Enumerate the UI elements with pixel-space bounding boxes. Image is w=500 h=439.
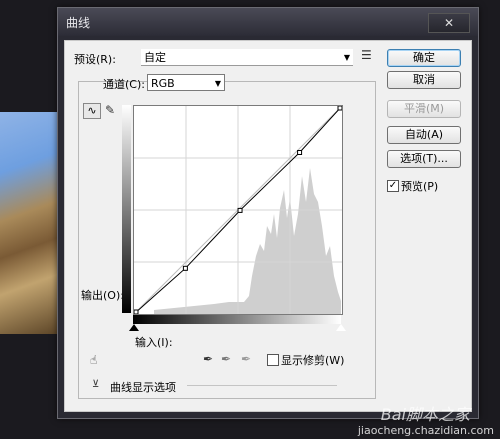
curve-point[interactable] — [182, 265, 188, 271]
preview-checkbox[interactable]: ✓ — [387, 180, 399, 192]
histogram-low — [154, 302, 244, 314]
background-photo — [0, 112, 62, 334]
smooth-button[interactable]: 平滑(M) — [387, 100, 461, 118]
cancel-button[interactable]: 取消 — [387, 71, 461, 89]
show-clipping-label: 显示修剪(W) — [281, 354, 345, 367]
curve-point[interactable] — [237, 207, 243, 213]
channel-select[interactable]: RGB ▼ — [147, 74, 225, 91]
options-separator — [187, 385, 337, 386]
curve-display-options-label[interactable]: 曲线显示选项 — [110, 379, 176, 395]
preset-menu-icon[interactable]: ☰ — [361, 48, 372, 62]
input-gradient-bar — [133, 315, 341, 324]
gray-eyedropper-icon[interactable]: ✒ — [221, 352, 231, 366]
preset-value: 自定 — [144, 51, 166, 64]
watermark-logo: Bai脚本之家 — [380, 405, 470, 424]
input-label: 输入(I): — [135, 336, 173, 349]
watermark-site: jiaocheng.chazidian.com — [357, 424, 494, 437]
curve-graph-svg — [133, 105, 343, 315]
curve-tool-icon[interactable]: ∿ — [83, 103, 101, 119]
close-button[interactable]: ✕ — [428, 13, 470, 33]
title-bar: 曲线 ✕ — [58, 8, 478, 36]
preset-label: 预设(R): — [74, 53, 116, 66]
preset-select[interactable]: 自定 ▼ — [141, 49, 353, 66]
auto-button[interactable]: 自动(A) — [387, 126, 461, 144]
curves-dialog: 曲线 ✕ 预设(R): 自定 ▼ ☰ 确定 取消 平滑(M) 自动(A) 选项(… — [57, 7, 479, 419]
curve-point[interactable] — [337, 105, 343, 111]
output-label: 输出(O): — [81, 289, 124, 302]
curve-point[interactable] — [133, 309, 139, 315]
white-point-slider[interactable] — [336, 324, 346, 331]
output-gradient-bar — [122, 105, 131, 313]
black-eyedropper-icon[interactable]: ✒ — [203, 352, 213, 366]
chevron-down-icon: ▼ — [214, 79, 221, 88]
preview-label: 预览(P) — [401, 180, 439, 193]
pencil-tool-icon[interactable]: ✎ — [105, 103, 115, 117]
target-adjust-icon[interactable]: ☝ — [90, 353, 97, 367]
options-button[interactable]: 选项(T)... — [387, 150, 461, 168]
white-eyedropper-icon[interactable]: ✒ — [241, 352, 251, 366]
ok-button[interactable]: 确定 — [387, 49, 461, 67]
chevron-down-icon: ▼ — [343, 53, 350, 62]
histogram — [154, 168, 341, 314]
curve-point[interactable] — [297, 149, 303, 155]
channel-label: 通道(C): — [103, 78, 145, 91]
black-point-slider[interactable] — [129, 324, 139, 331]
dialog-client-area: 预设(R): 自定 ▼ ☰ 确定 取消 平滑(M) 自动(A) 选项(T)...… — [64, 40, 472, 412]
expand-icon[interactable]: ⊻ — [92, 379, 99, 390]
channel-value: RGB — [151, 77, 175, 90]
dialog-title: 曲线 — [66, 16, 91, 30]
curve-graph[interactable] — [133, 105, 343, 315]
show-clipping-checkbox[interactable] — [267, 354, 279, 366]
